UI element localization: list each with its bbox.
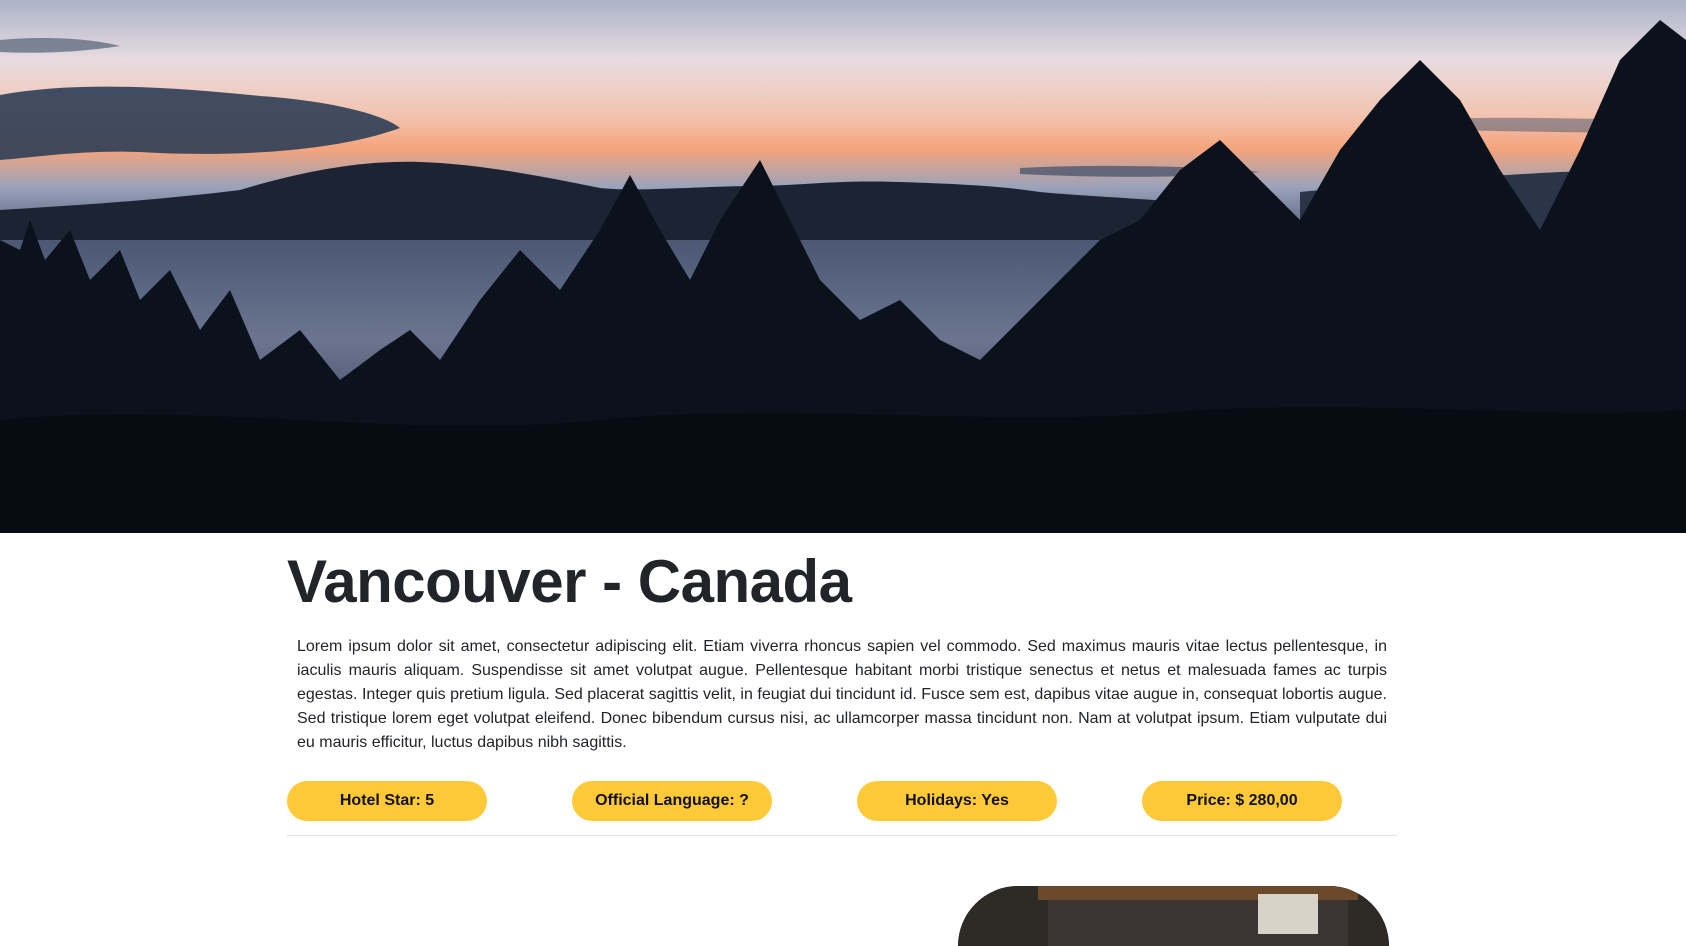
hotel-thumbnail-image — [958, 886, 1389, 946]
section-divider — [287, 835, 1397, 836]
hotel-interior-image — [958, 886, 1389, 946]
holidays-badge: Holidays: Yes — [857, 781, 1057, 821]
price-badge: Price: $ 280,00 — [1142, 781, 1342, 821]
sunset-lake-landscape — [0, 0, 1686, 533]
destination-content: Vancouver - Canada Lorem ipsum dolor sit… — [287, 533, 1397, 836]
official-language-badge: Official Language: ? — [572, 781, 772, 821]
destination-description: Lorem ipsum dolor sit amet, consectetur … — [297, 638, 1387, 751]
hero-image — [0, 0, 1686, 533]
hotel-star-badge: Hotel Star: 5 — [287, 781, 487, 821]
destination-badges: Hotel Star: 5 Official Language: ? Holid… — [287, 781, 1397, 823]
destination-title: Vancouver - Canada — [287, 548, 852, 615]
